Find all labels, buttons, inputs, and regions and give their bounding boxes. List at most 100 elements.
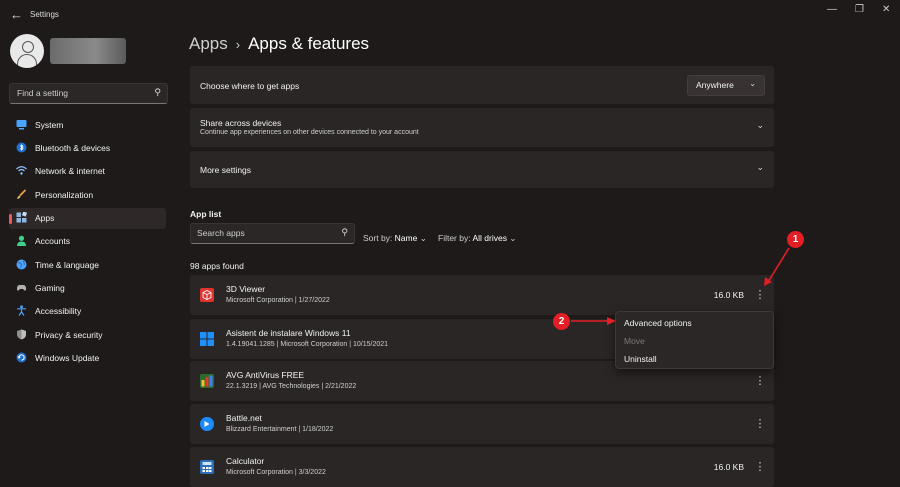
monitor-icon bbox=[16, 119, 27, 130]
shield-icon bbox=[16, 329, 27, 340]
app-meta: 1.4.19041.1285 | Microsoft Corporation |… bbox=[226, 341, 389, 348]
sidebar-item-label: Accounts bbox=[35, 236, 70, 246]
sidebar: Find a setting ⚲ System Bluetooth & devi… bbox=[0, 28, 175, 478]
chevron-down-icon[interactable]: ⌄ bbox=[756, 162, 764, 173]
filter-value: All drives bbox=[472, 233, 507, 243]
app-size: 16.0 KB bbox=[713, 290, 744, 300]
sidebar-item-label: Apps bbox=[35, 213, 55, 223]
sidebar-item-label: Time & language bbox=[35, 260, 99, 270]
search-placeholder: Find a setting bbox=[17, 88, 69, 98]
sidebar-item-system[interactable]: System bbox=[9, 115, 166, 136]
app-size: 16.0 KB bbox=[713, 462, 744, 472]
person-icon bbox=[16, 235, 27, 246]
app-context-menu: Advanced options Move Uninstall bbox=[615, 311, 774, 369]
sidebar-item-gaming[interactable]: Gaming bbox=[9, 278, 166, 299]
app-row-calculator[interactable]: Calculator Microsoft Corporation | 3/3/2… bbox=[190, 447, 774, 487]
more-options-icon[interactable]: ⋮ bbox=[752, 457, 768, 477]
sidebar-item-apps[interactable]: Apps bbox=[9, 208, 166, 229]
app-list-heading: App list bbox=[190, 209, 222, 219]
active-indicator bbox=[9, 214, 12, 224]
battlenet-icon bbox=[200, 417, 214, 431]
more-options-icon[interactable]: ⋮ bbox=[752, 285, 768, 305]
app-name: AVG AntiVirus FREE bbox=[226, 370, 305, 380]
sidebar-item-label: Personalization bbox=[35, 190, 94, 200]
search-icon[interactable]: ⚲ bbox=[154, 87, 161, 98]
sort-label: Sort by: bbox=[363, 233, 393, 243]
minimize-icon[interactable]: — bbox=[827, 4, 837, 15]
page-title: Apps & features bbox=[248, 34, 370, 53]
card-title: More settings bbox=[200, 165, 252, 175]
apps-icon bbox=[16, 211, 28, 223]
apps-count: 98 apps found bbox=[190, 261, 244, 271]
breadcrumb: Apps › Apps & features bbox=[189, 34, 369, 54]
app-meta: 22.1.3219 | AVG Technologies | 2/21/2022 bbox=[226, 383, 357, 390]
app-name: Battle.net bbox=[226, 413, 262, 423]
avg-icon bbox=[200, 374, 214, 388]
app-meta: Microsoft Corporation | 1/27/2022 bbox=[226, 297, 330, 304]
close-icon[interactable]: ✕ bbox=[882, 4, 890, 15]
brush-icon bbox=[16, 189, 27, 200]
chevron-down-icon: ⌄ bbox=[509, 233, 517, 243]
app-name: Calculator bbox=[226, 456, 265, 466]
annotation-badge-1: 1 bbox=[787, 231, 804, 248]
sidebar-item-time-language[interactable]: Time & language bbox=[9, 255, 166, 276]
bluetooth-icon bbox=[16, 142, 27, 153]
search-apps-input[interactable]: Search apps ⚲ bbox=[190, 223, 355, 244]
restore-icon[interactable]: ❐ bbox=[855, 4, 864, 15]
share-across-devices-card[interactable]: Share across devices Continue app experi… bbox=[190, 108, 774, 147]
sort-by-dropdown[interactable]: Sort by: Name ⌄ bbox=[363, 233, 427, 244]
chevron-down-icon: ⌄ bbox=[419, 233, 427, 243]
sidebar-item-label: Accessibility bbox=[35, 306, 82, 316]
wifi-icon bbox=[16, 165, 27, 176]
sidebar-item-label: Network & internet bbox=[35, 166, 105, 176]
accessibility-icon bbox=[16, 305, 27, 316]
more-settings-card[interactable]: More settings ⌄ bbox=[190, 151, 774, 188]
choose-apps-source-card: Choose where to get apps Anywhere ⌄ bbox=[190, 66, 774, 104]
sidebar-item-label: Privacy & security bbox=[35, 330, 103, 340]
sidebar-item-network[interactable]: Network & internet bbox=[9, 161, 166, 182]
menu-item-move: Move bbox=[624, 336, 645, 346]
breadcrumb-parent[interactable]: Apps bbox=[189, 34, 228, 53]
sidebar-item-privacy-security[interactable]: Privacy & security bbox=[9, 325, 166, 346]
chevron-right-icon: › bbox=[235, 37, 241, 52]
app-name: Asistent de instalare Windows 11 bbox=[226, 328, 351, 338]
sidebar-item-label: System bbox=[35, 120, 64, 130]
card-title: Share across devices bbox=[200, 118, 282, 128]
dropdown-value: Anywhere bbox=[696, 80, 734, 90]
avatar-body-icon bbox=[17, 54, 37, 68]
menu-item-advanced-options[interactable]: Advanced options bbox=[624, 318, 692, 328]
find-setting-search-input[interactable]: Find a setting ⚲ bbox=[9, 83, 168, 104]
sidebar-item-personalization[interactable]: Personalization bbox=[9, 185, 166, 206]
app-row-3d-viewer[interactable]: 3D Viewer Microsoft Corporation | 1/27/2… bbox=[190, 275, 774, 315]
sidebar-item-accessibility[interactable]: Accessibility bbox=[9, 301, 166, 322]
sidebar-item-label: Gaming bbox=[35, 283, 65, 293]
more-options-icon[interactable]: ⋮ bbox=[752, 371, 768, 391]
card-title: Choose where to get apps bbox=[200, 81, 300, 91]
app-row-battle-net[interactable]: Battle.net Blizzard Entertainment | 1/18… bbox=[190, 404, 774, 444]
annotation-badge-2: 2 bbox=[553, 313, 570, 330]
apps-source-dropdown[interactable]: Anywhere ⌄ bbox=[687, 75, 765, 96]
update-icon bbox=[16, 352, 27, 363]
globe-icon bbox=[16, 259, 27, 270]
sidebar-item-windows-update[interactable]: Windows Update bbox=[9, 348, 166, 369]
chevron-down-icon: ⌄ bbox=[749, 79, 756, 88]
calculator-icon bbox=[200, 460, 214, 474]
menu-item-uninstall[interactable]: Uninstall bbox=[624, 354, 657, 364]
sidebar-item-bluetooth[interactable]: Bluetooth & devices bbox=[9, 138, 166, 159]
app-name: 3D Viewer bbox=[226, 284, 266, 294]
filter-by-dropdown[interactable]: Filter by: All drives ⌄ bbox=[438, 233, 516, 244]
filter-label: Filter by: bbox=[438, 233, 471, 243]
avatar-head-icon bbox=[22, 41, 34, 53]
back-arrow-icon[interactable]: ← bbox=[10, 7, 23, 22]
cube-icon bbox=[200, 288, 214, 302]
more-options-icon[interactable]: ⋮ bbox=[752, 414, 768, 434]
app-meta: Blizzard Entertainment | 1/18/2022 bbox=[226, 426, 334, 433]
avatar[interactable] bbox=[10, 34, 44, 68]
title-bar: ← Settings — ❐ ✕ bbox=[0, 0, 900, 28]
search-icon[interactable]: ⚲ bbox=[341, 227, 348, 238]
windows-logo-icon bbox=[200, 332, 214, 346]
sidebar-item-accounts[interactable]: Accounts bbox=[9, 231, 166, 252]
chevron-down-icon[interactable]: ⌄ bbox=[756, 120, 764, 131]
app-meta: Microsoft Corporation | 3/3/2022 bbox=[226, 469, 326, 476]
sidebar-item-label: Windows Update bbox=[35, 353, 100, 363]
